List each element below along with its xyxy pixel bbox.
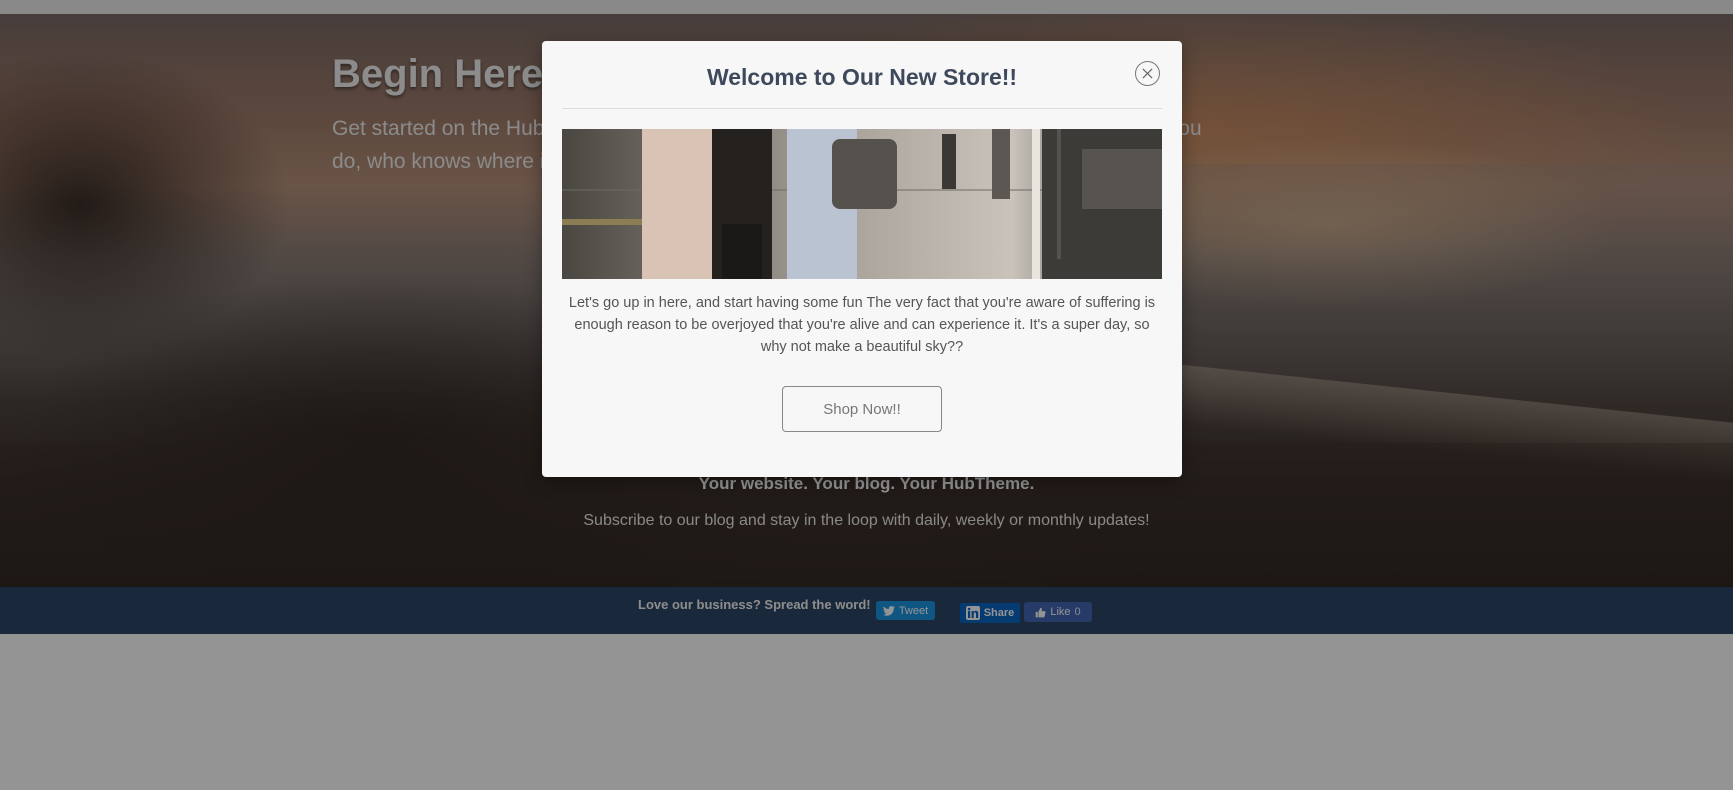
page: Begin Here Get started on the HubTheme, … (0, 0, 1733, 790)
close-icon (1142, 68, 1153, 79)
couple-walking-illustration (562, 129, 1162, 279)
modal-title: Welcome to Our New Store!! (706, 64, 1018, 90)
modal-image (562, 129, 1162, 279)
welcome-modal: Welcome to Our New Store!! Let's go up i… (542, 41, 1182, 477)
modal-close-button[interactable] (1135, 61, 1160, 86)
shop-now-button[interactable]: Shop Now!! (782, 386, 942, 432)
modal-text: Let's go up in here, and start having so… (568, 295, 1156, 355)
modal-divider (562, 108, 1162, 109)
